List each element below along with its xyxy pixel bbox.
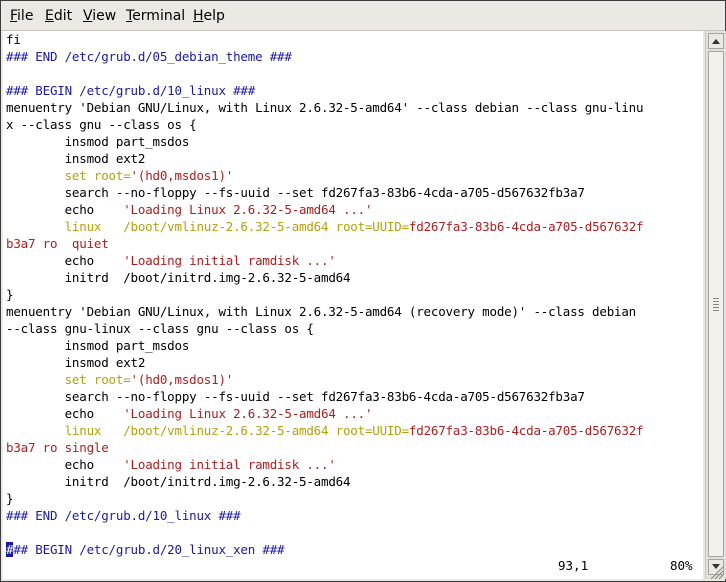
line-segment: echo (6, 457, 124, 472)
terminal-line: echo 'Loading initial ramdisk ...' (6, 252, 336, 269)
terminal-window: File Edit View Terminal Help 93,1 80% fi… (0, 0, 726, 582)
terminal-line: echo 'Loading initial ramdisk ...' (6, 456, 336, 473)
terminal-line: insmod part_msdos (6, 337, 190, 354)
line-segment: initrd /boot/initrd.img-2.6.32-5-amd64 (6, 474, 351, 489)
line-segment: b3a7 ro single (6, 440, 109, 455)
menubar: File Edit View Terminal Help (1, 1, 725, 31)
menu-label: elp (203, 8, 225, 24)
terminal-line: ### END /etc/grub.d/05_debian_theme ### (6, 48, 292, 65)
line-segment: echo (6, 253, 124, 268)
line-segment: '(hd0,msdos1)' (130, 168, 234, 183)
menu-label: erminal (132, 8, 186, 24)
terminal-line: ### BEGIN /etc/grub.d/20_linux_xen ### (6, 541, 285, 558)
line-segment: set root= (6, 168, 131, 183)
line-segment: fd267fa3-83b6-4cda-a705-d567632f (408, 219, 644, 234)
cursor-position: 93,1 (558, 558, 589, 573)
line-segment: echo (6, 406, 124, 421)
terminal-line: b3a7 ro quiet (6, 235, 109, 252)
terminal-line: linux /boot/vmlinuz-2.6.32-5-amd64 root=… (6, 422, 644, 439)
line-segment: fd267fa3-83b6-4cda-a705-d567632f (408, 423, 644, 438)
terminal-line: } (6, 490, 14, 507)
terminal-line: search --no-floppy --fs-uuid --set fd267… (6, 388, 585, 405)
terminal-line: insmod ext2 (6, 150, 146, 167)
menu-label: dit (53, 8, 73, 24)
resize-grip-icon[interactable] (705, 561, 725, 581)
terminal-line: menuentry 'Debian GNU/Linux, with Linux … (6, 99, 644, 116)
terminal-line: insmod part_msdos (6, 133, 190, 150)
line-segment: insmod part_msdos (6, 338, 190, 353)
terminal-line: set root='(hd0,msdos1)' (6, 371, 234, 388)
menu-label: iew (92, 8, 117, 24)
terminal-line: ### END /etc/grub.d/10_linux ### (6, 507, 241, 524)
terminal-line: x --class gnu --class os { (6, 116, 197, 133)
terminal-screen[interactable]: 93,1 80% fi ### END /etc/grub.d/05_debian… (3, 31, 703, 579)
terminal-line: echo 'Loading Linux 2.6.32-5-amd64 ...' (6, 405, 373, 422)
menu-terminal[interactable]: Terminal (126, 6, 185, 26)
line-segment: insmod ext2 (6, 355, 146, 370)
terminal-line: --class gnu-linux --class gnu --class os… (6, 320, 314, 337)
terminal-line: ### BEGIN /etc/grub.d/10_linux ### (6, 82, 255, 99)
line-segment: } (6, 287, 14, 302)
line-segment: '(hd0,msdos1)' (130, 372, 234, 387)
arrow-up-icon[interactable] (708, 33, 724, 49)
line-segment: insmod part_msdos (6, 134, 190, 149)
menu-mnemonic: H (193, 8, 204, 24)
line-segment: search --no-floppy --fs-uuid --set fd267… (6, 185, 585, 200)
menu-mnemonic: F (10, 8, 18, 24)
terminal-line: linux /boot/vmlinuz-2.6.32-5-amd64 root=… (6, 218, 644, 235)
line-segment: fi (6, 32, 21, 47)
menu-help[interactable]: Help (193, 6, 225, 26)
line-segment: menuentry 'Debian GNU/Linux, with Linux … (6, 100, 644, 115)
line-segment: ### END /etc/grub.d/10_linux ### (6, 508, 241, 523)
line-segment: --class gnu-linux --class gnu --class os… (6, 321, 314, 336)
terminal-line: search --no-floppy --fs-uuid --set fd267… (6, 184, 585, 201)
line-segment: ### END /etc/grub.d/05_debian_theme ### (6, 49, 292, 64)
terminal-line: initrd /boot/initrd.img-2.6.32-5-amd64 (6, 473, 351, 490)
scrollbar-thumb[interactable] (708, 51, 724, 557)
menu-mnemonic: V (83, 8, 93, 24)
vertical-scrollbar[interactable] (705, 31, 726, 579)
line-segment: } (6, 491, 14, 506)
terminal-line: initrd /boot/initrd.img-2.6.32-5-amd64 (6, 269, 351, 286)
line-segment: b3a7 ro quiet (6, 236, 109, 251)
line-segment: linux /boot/vmlinuz-2.6.32-5-amd64 root=… (6, 423, 410, 438)
menu-view[interactable]: View (83, 6, 116, 26)
terminal-line: menuentry 'Debian GNU/Linux, with Linux … (6, 303, 636, 320)
line-segment: ## BEGIN /etc/grub.d/20_linux_xen ### (13, 542, 285, 557)
line-segment: 'Loading initial ramdisk ...' (123, 253, 336, 268)
line-segment: 'Loading Linux 2.6.32-5-amd64 ...' (123, 406, 373, 421)
line-segment: linux /boot/vmlinuz-2.6.32-5-amd64 root=… (6, 219, 410, 234)
line-segment: menuentry 'Debian GNU/Linux, with Linux … (6, 304, 637, 319)
scroll-percent: 80% (670, 558, 693, 573)
terminal-line: fi (6, 31, 21, 48)
line-segment: set root= (6, 372, 131, 387)
line-segment: insmod ext2 (6, 151, 146, 166)
terminal-line: set root='(hd0,msdos1)' (6, 167, 234, 184)
line-segment: echo (6, 202, 124, 217)
line-segment: initrd /boot/initrd.img-2.6.32-5-amd64 (6, 270, 351, 285)
menu-file[interactable]: File (10, 6, 33, 26)
terminal-line: echo 'Loading Linux 2.6.32-5-amd64 ...' (6, 201, 373, 218)
menu-mnemonic: E (45, 8, 54, 24)
menu-label: ile (17, 8, 34, 24)
line-segment: ### BEGIN /etc/grub.d/10_linux ### (6, 83, 256, 98)
terminal-line: insmod ext2 (6, 354, 146, 371)
menu-edit[interactable]: Edit (45, 6, 72, 26)
line-segment: 'Loading initial ramdisk ...' (123, 457, 336, 472)
line-segment: search --no-floppy --fs-uuid --set fd267… (6, 389, 585, 404)
line-segment: x --class gnu --class os { (6, 117, 197, 132)
terminal-line: } (6, 286, 14, 303)
line-segment: 'Loading Linux 2.6.32-5-amd64 ...' (123, 202, 373, 217)
terminal-line: b3a7 ro single (6, 439, 109, 456)
